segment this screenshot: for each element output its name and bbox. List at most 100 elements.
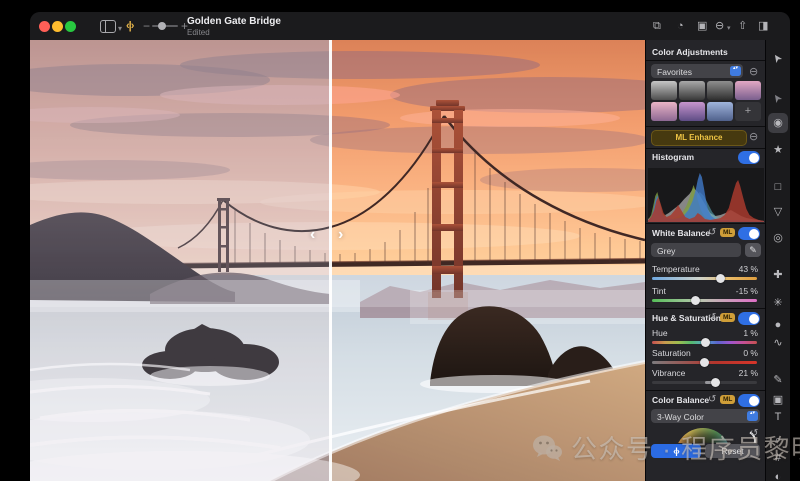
temperature-slider-thumb[interactable] (716, 274, 725, 283)
temperature-label: Temperature (652, 264, 700, 274)
pen-tool[interactable]: ✎ (768, 370, 788, 390)
watermark: 公众号 · 程序员黎明 (531, 429, 800, 466)
saturation-label: Saturation (652, 348, 691, 358)
tint-slider[interactable] (652, 299, 757, 302)
rect-select-tool-icon: □ (775, 177, 782, 197)
saturation-slider[interactable] (652, 361, 757, 364)
effects-tool[interactable]: ★ (768, 140, 788, 160)
hue-slider-thumb[interactable] (701, 338, 710, 347)
hue-saturation-toggle[interactable] (738, 312, 760, 325)
photo-before-view (30, 40, 331, 481)
tint-slider-thumb[interactable] (691, 296, 700, 305)
document-status: Edited (187, 28, 210, 37)
burn-tool-icon: ● (775, 315, 782, 335)
photo-after-view (331, 40, 645, 481)
hue-label: Hue (652, 328, 668, 338)
eyedropper-icon[interactable]: ✎ (745, 243, 761, 257)
white-balance-toggle[interactable] (738, 227, 760, 240)
tint-value: -15 % (736, 286, 758, 296)
close-button[interactable] (39, 21, 50, 32)
histogram-label: Histogram (652, 152, 694, 162)
preset-bw-3[interactable] (707, 81, 733, 100)
popup-chevrons-icon: ▴▾ (747, 411, 758, 421)
preset-blue[interactable] (707, 102, 733, 121)
temperature-slider[interactable] (652, 277, 757, 280)
three-way-color-dropdown[interactable]: 3-Way Color ▴▾ (651, 409, 760, 423)
zoom-out-icon[interactable]: − (143, 18, 150, 34)
popup-chevrons-icon: ▴▾ (730, 66, 741, 76)
zoom-slider[interactable] (152, 25, 178, 27)
repair-tool[interactable]: ✚ (768, 265, 788, 285)
preset-pink[interactable] (651, 102, 677, 121)
minimize-button[interactable] (52, 21, 63, 32)
hue-value: 1 % (743, 328, 758, 338)
panel-toggle-icon[interactable]: ◨ (758, 18, 768, 34)
saturation-slider-thumb[interactable] (700, 358, 709, 367)
white-balance-mode-dropdown[interactable]: Grey (651, 243, 741, 257)
sidebar-toggle-icon[interactable] (100, 20, 116, 33)
color-balance-reset-icon[interactable]: ↺ (708, 394, 716, 405)
edit-icon[interactable]: ▣ (697, 18, 707, 34)
favorites-dropdown[interactable]: Favorites ▴▾ (651, 64, 743, 78)
panel-title: Color Adjustments (652, 47, 728, 57)
color-balance-ml-badge[interactable]: ML (720, 395, 735, 404)
text-tool-icon: T (775, 407, 782, 427)
zoom-slider-thumb[interactable] (158, 22, 166, 30)
remove-ml-enhance-icon[interactable]: ⊖ (749, 130, 758, 143)
free-select-tool[interactable]: ▽ (768, 202, 788, 222)
zoom-menu-chevron-icon[interactable]: ▾ (727, 21, 731, 37)
duplicate-icon[interactable]: ⧉ (653, 18, 661, 34)
color-balance-toggle[interactable] (738, 394, 760, 407)
burn-tool[interactable]: ● (768, 315, 788, 335)
color-adjustments-panel: Color Adjustments Favorites ▴▾ ⊖ + ML En… (645, 40, 765, 481)
share-icon[interactable]: ⇧ (738, 18, 747, 34)
compare-view-icon[interactable]: ‹|› (126, 18, 133, 34)
preset-sunset-pink[interactable] (735, 81, 761, 100)
compare-divider[interactable] (329, 40, 332, 481)
zoom-menu-icon[interactable]: ⊖ (715, 18, 724, 34)
titlebar: ▾ ‹|› − + Golden Gate Bridge Edited ⧉ ◔ … (30, 12, 790, 41)
dodge-tool[interactable]: ✳ (768, 293, 788, 313)
pointer-tool[interactable]: ➤ (768, 48, 788, 68)
pen-tool-icon: ✎ (773, 370, 782, 390)
remove-favorite-icon[interactable]: ⊖ (749, 65, 758, 78)
color-swatch-tool[interactable]: ◐ (768, 467, 788, 481)
zoom-window-button[interactable] (65, 21, 76, 32)
history-icon[interactable]: ◔ (677, 18, 684, 34)
screen: ▾ ‹|› − + Golden Gate Bridge Edited ⧉ ◔ … (0, 0, 800, 481)
arrange-tool[interactable]: ➤ (768, 88, 788, 108)
text-tool[interactable]: T (768, 407, 788, 427)
add-preset-button[interactable]: + (735, 102, 761, 121)
wechat-icon (531, 433, 563, 463)
histogram-toggle[interactable] (738, 151, 760, 164)
rect-select-tool[interactable]: □ (768, 177, 788, 197)
preset-bw-2[interactable] (679, 81, 705, 100)
chevron-down-icon[interactable]: ▾ (118, 21, 122, 37)
white-balance-ml-badge[interactable]: ML (720, 228, 735, 237)
color-select-tool[interactable]: ◎ (768, 228, 788, 248)
histogram-graph (648, 168, 764, 222)
hue-saturation-ml-badge[interactable]: ML (720, 313, 735, 322)
hue-saturation-reset-icon[interactable]: ↺ (708, 312, 716, 323)
compare-left-chevron-icon[interactable]: ‹ (310, 226, 315, 244)
ml-enhance-button[interactable]: ML Enhance (651, 130, 747, 146)
document-title: Golden Gate Bridge (187, 16, 281, 27)
color-balance-label: Color Balance (652, 395, 709, 405)
pointer-tool-icon: ➤ (767, 48, 789, 67)
hue-slider[interactable] (652, 341, 757, 344)
preset-bw-1[interactable] (651, 81, 677, 100)
photo-editor-window: ▾ ‹|› − + Golden Gate Bridge Edited ⧉ ◔ … (30, 12, 790, 481)
white-balance-label: White Balance (652, 228, 710, 238)
smudge-tool[interactable]: ∿ (768, 333, 788, 353)
color-select-tool-icon: ◎ (773, 228, 783, 248)
vibrance-slider-thumb[interactable] (711, 378, 720, 387)
compare-right-chevron-icon[interactable]: › (338, 226, 343, 244)
white-balance-reset-icon[interactable]: ↺ (708, 227, 716, 238)
temperature-value: 43 % (739, 264, 758, 274)
preset-purple[interactable] (679, 102, 705, 121)
color-adjustments-tool[interactable]: ◉ (768, 113, 788, 133)
vibrance-label: Vibrance (652, 368, 685, 378)
vibrance-slider[interactable] (652, 381, 757, 384)
effects-tool-icon: ★ (773, 140, 783, 160)
color-adjustments-tool-icon: ◉ (773, 113, 783, 133)
